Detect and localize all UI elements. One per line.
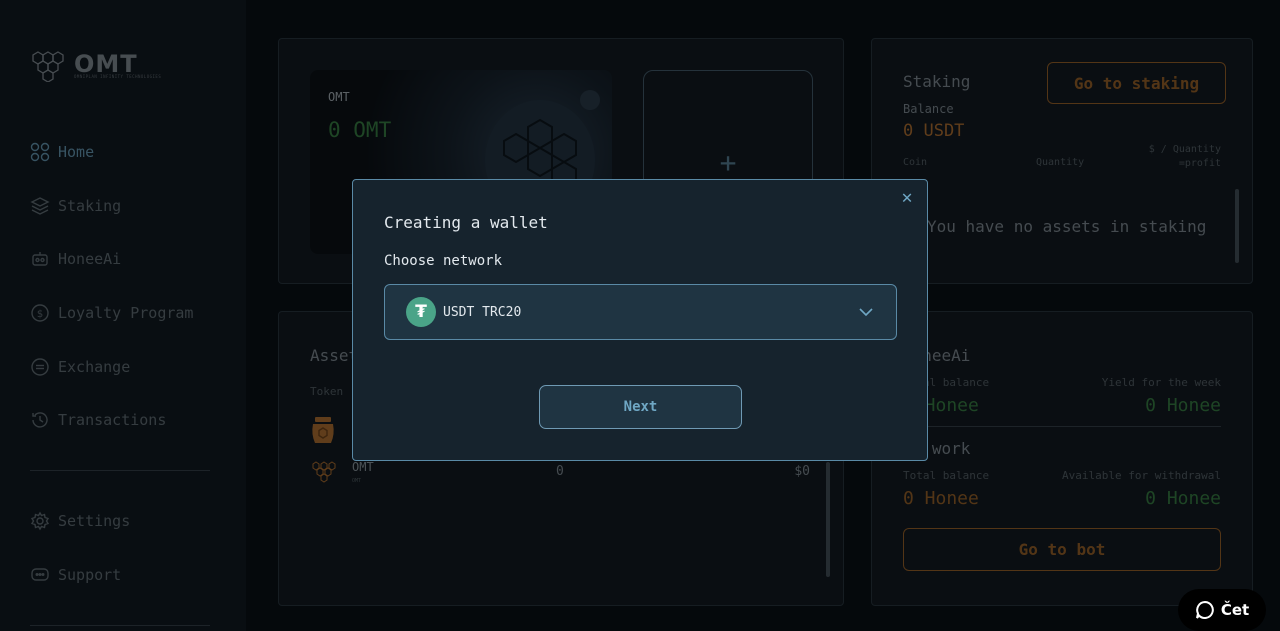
- chat-widget-button[interactable]: Čet: [1178, 589, 1266, 631]
- tether-icon: ₮: [406, 297, 436, 327]
- modal-title: Creating a wallet: [384, 213, 548, 232]
- network-select[interactable]: ₮ USDT TRC20: [384, 284, 897, 340]
- network-selected-value: USDT TRC20: [443, 304, 522, 320]
- create-wallet-modal: ✕ Creating a wallet Choose network ₮ USD…: [352, 179, 928, 461]
- chat-bubble-icon: [1195, 600, 1214, 619]
- chevron-down-icon: [859, 308, 873, 317]
- chat-label: Čet: [1220, 601, 1250, 619]
- network-label: Choose network: [384, 253, 503, 269]
- close-icon[interactable]: ✕: [897, 188, 917, 208]
- next-button[interactable]: Next: [539, 385, 742, 429]
